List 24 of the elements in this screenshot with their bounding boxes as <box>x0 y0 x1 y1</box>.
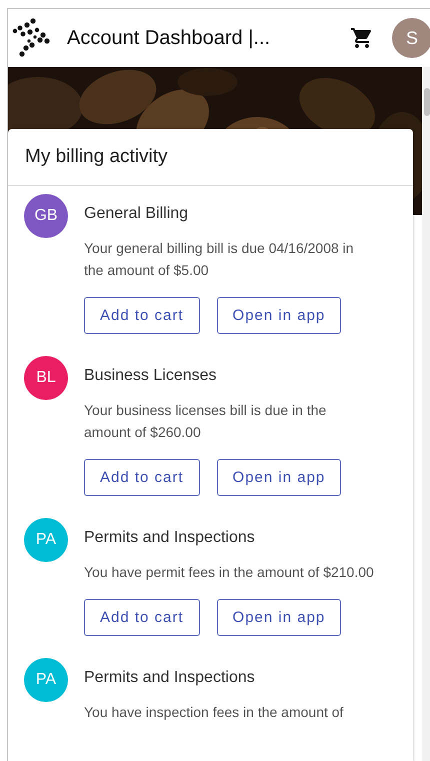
open-in-app-button[interactable]: Open in app <box>216 297 342 334</box>
open-in-app-button[interactable]: Open in app <box>216 599 342 636</box>
logo-icon <box>11 18 51 58</box>
item-title: Business Licenses <box>84 367 218 385</box>
initials-avatar: GB <box>24 194 68 238</box>
page-title: Account Dashboard |... <box>67 26 272 50</box>
item-description: You have inspection fees in the amount of <box>84 703 344 722</box>
add-to-cart-button[interactable]: Add to cart <box>84 599 200 636</box>
add-to-cart-button[interactable]: Add to cart <box>84 297 200 334</box>
item-title: Permits and Inspections <box>84 669 256 687</box>
add-to-cart-button[interactable]: Add to cart <box>84 459 200 496</box>
item-title: General Billing <box>84 205 190 223</box>
scrollbar[interactable] <box>422 67 430 761</box>
card-title: My billing activity <box>25 146 168 168</box>
item-description: You have permit fees in the amount of $210.00 <box>84 563 375 582</box>
item-description: Your general billing bill is due 04/16/2008 in the amount of $5.00 <box>84 239 355 280</box>
initials-avatar: PA <box>24 518 68 562</box>
item-description: Your business licenses bill is due in the amount of $260.00 <box>84 401 328 442</box>
initials-avatar: PA <box>24 658 68 702</box>
cart-icon[interactable] <box>350 26 374 50</box>
initials-avatar: BL <box>24 356 68 400</box>
open-in-app-button[interactable]: Open in app <box>216 459 342 496</box>
item-title: Permits and Inspections <box>84 529 256 547</box>
scrollbar-thumb[interactable] <box>424 88 430 116</box>
